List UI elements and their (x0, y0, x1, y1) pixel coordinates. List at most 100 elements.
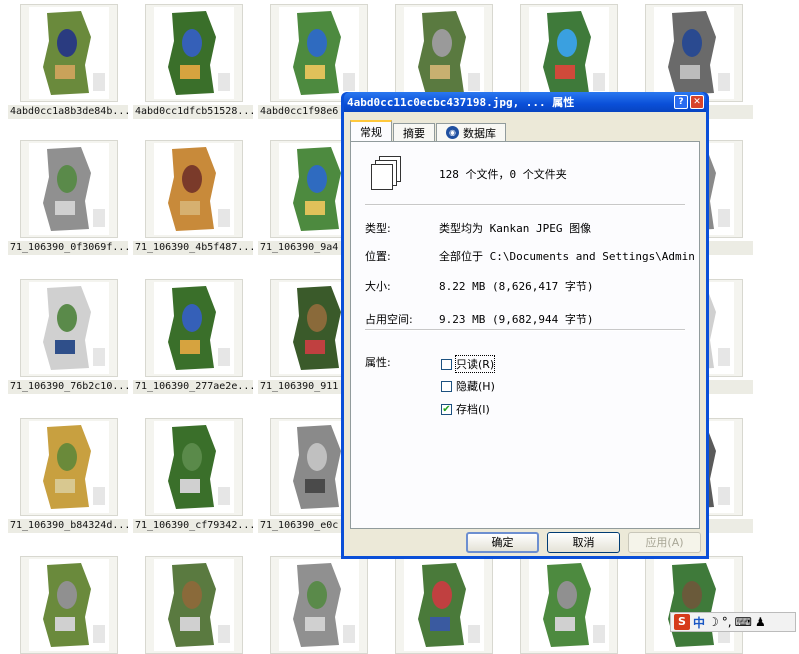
dialog-title: 4abd0cc11c0ecbc437198.jpg, ... 属性 (347, 96, 575, 109)
thumbnail-caption: 71_106390_4b5f487... (133, 241, 253, 255)
thumbnail-item[interactable] (508, 4, 628, 102)
apply-button[interactable]: 应用(A) (628, 532, 701, 553)
thumbnail-image[interactable] (645, 4, 743, 102)
thumbnail-image[interactable] (395, 4, 493, 102)
ime-toolbar: S 中 ☽ °, ⌨ ♟ (670, 612, 796, 632)
help-button[interactable]: ? (674, 95, 688, 109)
thumbnail-item[interactable] (508, 556, 628, 654)
thumbnail-item[interactable] (383, 4, 503, 102)
property-row-size: 大小: 8.22 MB (8,626,417 字节) (365, 278, 695, 294)
thumbnail-image[interactable] (20, 279, 118, 377)
site-plan-thumbnail (404, 7, 484, 99)
site-plan-thumbnail (529, 559, 609, 651)
thumbnail-image[interactable] (145, 140, 243, 238)
property-row-size-on-disk: 占用空间: 9.23 MB (9,682,944 字节) (365, 311, 695, 327)
close-button[interactable]: ✕ (690, 95, 704, 109)
thumbnail-caption: 71_106390_277ae2e... (133, 380, 253, 394)
file-count-summary: 128 个文件，0 个文件夹 (439, 168, 567, 181)
site-plan-thumbnail (654, 559, 734, 651)
site-plan-thumbnail (154, 421, 234, 513)
site-plan-thumbnail (29, 282, 109, 374)
thumbnail-item[interactable]: 71_106390_b84324d... (8, 418, 128, 533)
title-bar[interactable]: 4abd0cc11c0ecbc437198.jpg, ... 属性 ? ✕ (344, 92, 706, 112)
thumbnail-caption: 4abd0cc1dfcb51528... (133, 105, 253, 119)
property-value: 9.23 MB (9,682,944 字节) (439, 313, 594, 326)
site-plan-thumbnail (654, 7, 734, 99)
thumbnail-item[interactable] (633, 556, 753, 654)
thumbnail-item[interactable]: 71_106390_4b5f487... (133, 140, 253, 255)
thumbnail-caption: 71_106390_76b2c10... (8, 380, 128, 394)
separator (365, 329, 685, 331)
tab-summary-label: 摘要 (403, 126, 425, 140)
site-plan-thumbnail (154, 282, 234, 374)
readonly-checkbox[interactable]: 只读(R) (441, 355, 496, 373)
tab-general[interactable]: 常规 (350, 120, 392, 141)
hidden-checkbox[interactable]: 隐藏(H) (441, 378, 495, 394)
thumbnail-item[interactable]: 71_106390_76b2c10... (8, 279, 128, 394)
thumbnail-image[interactable] (520, 4, 618, 102)
thumbnail-image[interactable] (270, 4, 368, 102)
thumbnail-image[interactable] (520, 556, 618, 654)
attributes-label: 属性: (365, 356, 391, 369)
thumbnail-image[interactable] (20, 418, 118, 516)
tab-general-label: 常规 (360, 125, 382, 139)
punctuation-toggle[interactable]: °, (722, 615, 732, 629)
site-plan-thumbnail (154, 7, 234, 99)
thumbnail-caption: 4abd0cc1a8b3de84b... (8, 105, 128, 119)
thumbnail-image[interactable] (145, 556, 243, 654)
user-icon[interactable]: ♟ (755, 615, 766, 629)
cancel-button[interactable]: 取消 (547, 532, 620, 553)
thumbnail-item[interactable]: 4abd0cc1dfcb51528... (133, 4, 253, 119)
thumbnail-image[interactable] (645, 556, 743, 654)
thumbnail-item[interactable] (133, 556, 253, 654)
thumbnail-caption: 71_106390_cf79342... (133, 519, 253, 533)
site-plan-thumbnail (529, 7, 609, 99)
properties-dialog: 4abd0cc11c0ecbc437198.jpg, ... 属性 ? ✕ 常规… (341, 92, 709, 559)
archive-checkbox[interactable]: ✔ 存档(I) (441, 401, 490, 417)
thumbnail-image[interactable] (20, 140, 118, 238)
site-plan-thumbnail (404, 559, 484, 651)
site-plan-thumbnail (154, 559, 234, 651)
thumbnail-item[interactable]: 71_106390_277ae2e... (133, 279, 253, 394)
checkmark-icon[interactable]: ✔ (441, 403, 452, 415)
property-label: 大小: (365, 280, 391, 293)
checkbox-box[interactable] (441, 358, 452, 370)
site-plan-thumbnail (154, 143, 234, 235)
sogou-ime-icon[interactable]: S (674, 614, 690, 630)
checkbox-box[interactable] (441, 380, 452, 392)
thumbnail-image[interactable] (270, 556, 368, 654)
property-value: 全部位于 C:\Documents and Settings\Admini (439, 250, 695, 263)
thumbnail-item[interactable] (8, 556, 128, 654)
thumbnail-item[interactable] (383, 556, 503, 654)
thumbnail-image[interactable] (145, 4, 243, 102)
thumbnail-image[interactable] (20, 4, 118, 102)
thumbnail-image[interactable] (395, 556, 493, 654)
ok-button[interactable]: 确定 (466, 532, 539, 553)
checkbox-label: 只读(R) (454, 355, 496, 373)
thumbnail-item[interactable]: 71_106390_0f3069f... (8, 140, 128, 255)
multiple-files-icon (371, 156, 401, 190)
thumbnail-item[interactable]: 4abd0cc1a8b3de84b... (8, 4, 128, 119)
thumbnail-item[interactable]: 71_106390_cf79342... (133, 418, 253, 533)
site-plan-thumbnail (29, 421, 109, 513)
property-row-type: 类型: 类型均为 Kankan JPEG 图像 (365, 220, 695, 236)
thumbnail-caption: 71_106390_b84324d... (8, 519, 128, 533)
thumbnail-image[interactable] (145, 418, 243, 516)
site-plan-thumbnail (279, 559, 359, 651)
property-label: 类型: (365, 222, 391, 235)
tab-summary[interactable]: 摘要 (393, 123, 435, 141)
tab-database[interactable]: ◉ 数据库 (436, 123, 506, 141)
separator (365, 204, 685, 206)
general-panel: 128 个文件，0 个文件夹 类型: 类型均为 Kankan JPEG 图像 位… (350, 141, 700, 529)
checkbox-label: 隐藏(H) (456, 380, 495, 393)
property-label: 占用空间: (365, 313, 413, 326)
thumbnail-item[interactable] (258, 556, 378, 654)
keyboard-icon[interactable]: ⌨ (735, 615, 752, 629)
thumbnail-image[interactable] (145, 279, 243, 377)
thumbnail-image[interactable] (20, 556, 118, 654)
checkbox-label: 存档(I) (456, 403, 490, 416)
chinese-mode-toggle[interactable]: 中 (693, 614, 705, 631)
moon-icon[interactable]: ☽ (708, 615, 719, 629)
dialog-client: 常规 摘要 ◉ 数据库 128 个文件，0 个文件夹 类型: 类型均为 Kank… (344, 112, 706, 556)
site-plan-thumbnail (29, 7, 109, 99)
